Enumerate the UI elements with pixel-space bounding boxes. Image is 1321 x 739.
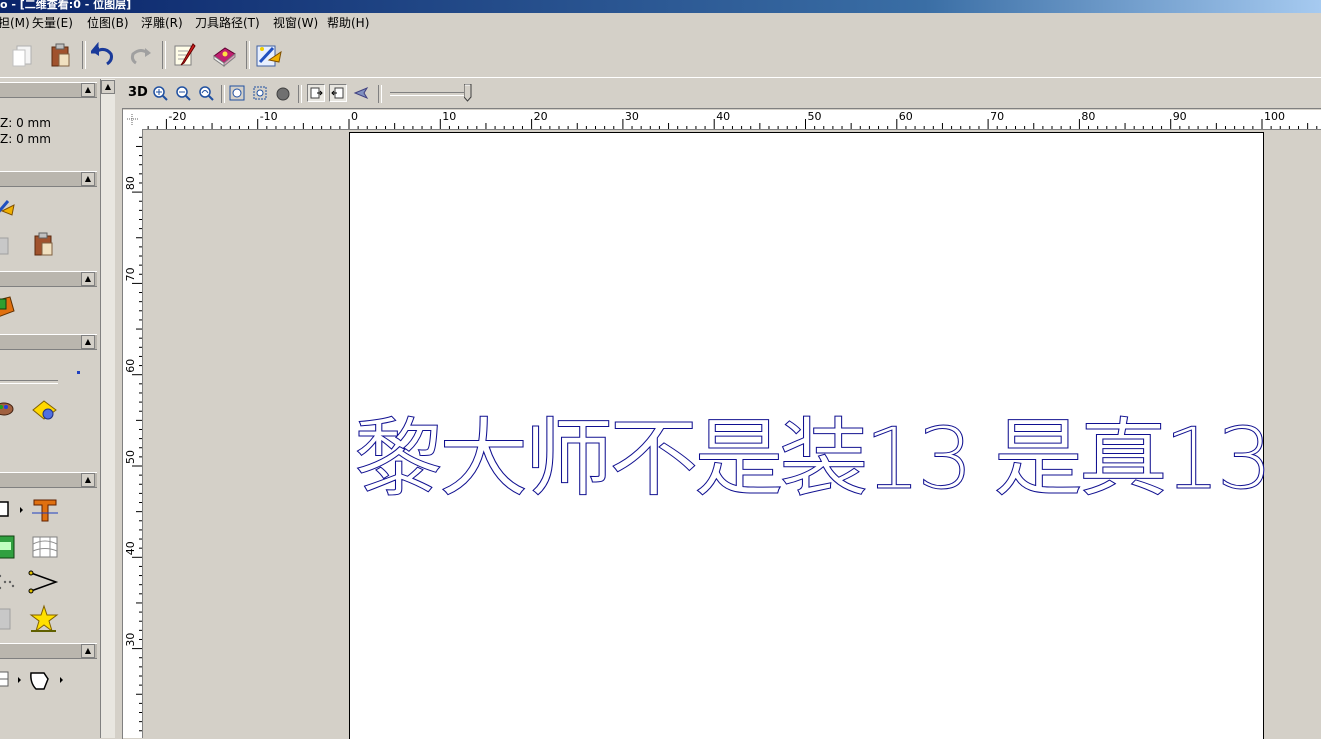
toolbar-separator (378, 85, 382, 103)
toolbar-separator (246, 41, 250, 69)
ruler-label: 30 (124, 633, 137, 647)
text-mesh-icon[interactable] (30, 534, 60, 560)
zoom-in-icon[interactable] (151, 84, 169, 102)
zoom-previous-icon[interactable] (197, 84, 215, 102)
ruler-label: 50 (808, 110, 822, 123)
vertical-ruler[interactable]: 80 70 60 50 40 30 (123, 129, 143, 738)
panel-section-header[interactable]: ▲ (0, 271, 97, 287)
dot-icon (77, 371, 80, 374)
main-toolbar (0, 33, 1321, 78)
ruler-label: -20 (168, 110, 186, 123)
menu-bitmap[interactable]: 位图(B) (87, 15, 129, 31)
panel-section-header[interactable]: ▲ (0, 334, 97, 350)
collapse-arrow-icon[interactable]: ▲ (81, 272, 95, 286)
palette-icon[interactable] (0, 399, 16, 419)
text-block-icon[interactable] (0, 534, 18, 560)
left-tool-panel: ▲ Z: 0 mm Z: 0 mm ▲ ▲ ▲ ▲ ▲ (0, 79, 99, 738)
coordinate-readout-1: Z: 0 mm (0, 116, 51, 130)
color-fill-icon[interactable] (30, 398, 60, 422)
vector-text[interactable]: 黎大师不是装13 是真13 (353, 405, 1299, 515)
panel-slider[interactable] (0, 380, 58, 384)
collapse-arrow-icon[interactable]: ▲ (81, 83, 95, 97)
layer-view-icon[interactable] (307, 84, 325, 102)
bezier-tool-icon[interactable] (28, 569, 60, 595)
collapse-arrow-icon[interactable]: ▲ (81, 335, 95, 349)
ruler-label: 40 (716, 110, 730, 123)
dotted-path-icon[interactable] (0, 572, 18, 594)
undo-icon[interactable] (88, 39, 120, 71)
menu-bar: 担(M) 矢量(E) 位图(B) 浮雕(R) 刀具路径(T) 视窗(W) 帮助(… (0, 13, 1321, 33)
zoom-fit-icon[interactable] (228, 84, 246, 102)
left-panel-scrollbar[interactable]: ▲ (100, 79, 115, 738)
wizard-icon[interactable] (0, 197, 16, 219)
toolbar-separator (221, 85, 225, 103)
toolbar-separator (162, 41, 166, 69)
scroll-up-arrow-icon[interactable]: ▲ (101, 80, 115, 94)
toolbar-separator (82, 41, 86, 69)
ruler-label: 20 (534, 110, 548, 123)
copy-icon[interactable] (0, 234, 16, 256)
layer-switch-icon[interactable] (329, 84, 347, 102)
3d-view-button[interactable]: 3D (128, 85, 148, 100)
view-slider-track[interactable] (390, 92, 470, 96)
document-tool-icon[interactable] (0, 607, 14, 631)
grid-tool-icon[interactable] (0, 669, 24, 691)
ruler-origin-icon[interactable] (123, 110, 142, 129)
menu-window[interactable]: 视窗(W) (273, 15, 318, 31)
paste-icon[interactable] (32, 232, 56, 258)
menu-toolpath[interactable]: 刀具路径(T) (195, 15, 260, 31)
panel-section-header[interactable]: ▲ (0, 82, 97, 98)
back-arrow-icon[interactable] (352, 84, 370, 102)
pan-icon[interactable] (274, 84, 292, 102)
coordinate-readout-2: Z: 0 mm (0, 132, 51, 146)
ruler-label: 70 (124, 267, 137, 281)
menu-model[interactable]: 担(M) (0, 15, 30, 31)
star-tool-icon[interactable] (28, 604, 60, 634)
ruler-label: 90 (1173, 110, 1187, 123)
zoom-out-icon[interactable] (174, 84, 192, 102)
collapse-arrow-icon[interactable]: ▲ (81, 473, 95, 487)
text-tool-icon[interactable] (30, 497, 60, 523)
panel-section-header[interactable]: ▲ (0, 472, 97, 488)
help-book-icon[interactable] (208, 39, 240, 71)
ruler-label: 60 (124, 359, 137, 373)
panel-section-header[interactable]: ▲ (0, 171, 97, 187)
notes-icon[interactable] (168, 39, 200, 71)
toolbar-separator (298, 85, 302, 103)
horizontal-ruler[interactable]: -20 -10 0 10 20 30 40 50 60 70 80 90 100 (142, 110, 1321, 130)
ruler-label: 0 (351, 110, 358, 123)
rectangle-tool-icon[interactable] (0, 499, 24, 521)
ruler-label: 60 (899, 110, 913, 123)
menu-relief[interactable]: 浮雕(R) (141, 15, 183, 31)
copy-icon[interactable] (6, 39, 38, 71)
shape-tool-icon[interactable] (28, 669, 68, 693)
collapse-arrow-icon[interactable]: ▲ (81, 644, 95, 658)
ruler-label: 30 (625, 110, 639, 123)
ruler-label: 40 (124, 541, 137, 555)
layer-tool-icon[interactable] (0, 293, 18, 323)
wizard-icon[interactable] (252, 39, 284, 71)
ruler-label: 50 (124, 450, 137, 464)
ruler-label: 80 (124, 176, 137, 190)
view-slider-thumb[interactable] (463, 83, 472, 102)
panel-section-header[interactable]: ▲ (0, 643, 97, 659)
ruler-label: 70 (990, 110, 1004, 123)
ruler-label: 10 (442, 110, 456, 123)
zoom-box-icon[interactable] (251, 84, 269, 102)
menu-help[interactable]: 帮助(H) (327, 15, 369, 31)
window-title: o - [二维查看:0 - 位图层] (0, 0, 132, 11)
collapse-arrow-icon[interactable]: ▲ (81, 172, 95, 186)
ruler-label: -10 (260, 110, 278, 123)
ruler-label: 80 (1081, 110, 1095, 123)
title-bar: o - [二维查看:0 - 位图层] (0, 0, 1321, 13)
ruler-label: 100 (1264, 110, 1285, 123)
paste-icon[interactable] (44, 39, 76, 71)
redo-icon[interactable] (124, 39, 156, 71)
menu-vector[interactable]: 矢量(E) (32, 15, 73, 31)
